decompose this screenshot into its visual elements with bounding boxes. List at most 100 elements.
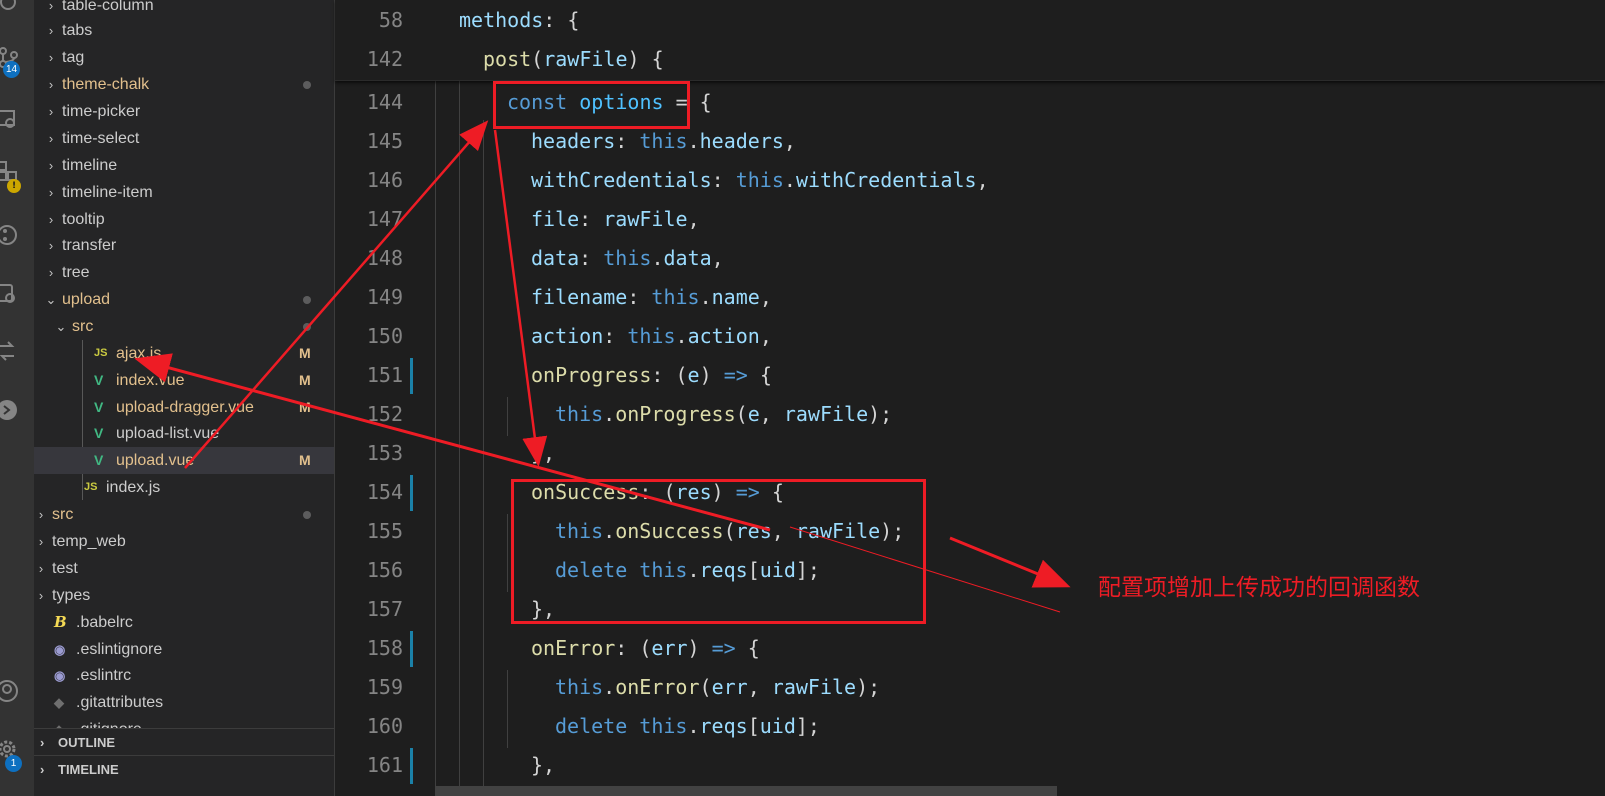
outline-section[interactable]: › OUTLINE <box>34 728 334 756</box>
tree-item-label: src <box>52 506 74 523</box>
tree-file[interactable]: JS index.js <box>34 474 334 501</box>
code-text: methods: { <box>459 8 580 32</box>
chevron-right-icon: › <box>48 104 54 119</box>
tree-folder[interactable]: › theme-chalk <box>34 71 334 98</box>
chevron-right-icon: › <box>48 50 54 65</box>
code-line[interactable]: 158 onError: (err) => { <box>335 629 1605 668</box>
tree-folder[interactable]: › timeline <box>34 152 334 179</box>
tree-item-label: time-select <box>62 130 140 147</box>
vue-file-icon: V <box>94 452 104 468</box>
tree-folder[interactable]: › tag <box>34 44 334 71</box>
tree-folder[interactable]: › time-picker <box>34 98 334 125</box>
tree-file[interactable]: JS ajax.js M <box>34 340 334 367</box>
code-text: this.onProgress(e, rawFile); <box>555 402 893 426</box>
account-icon[interactable] <box>0 680 18 702</box>
horizontal-scrollbar[interactable] <box>435 786 1057 796</box>
tree-file[interactable]: B .babelrc <box>34 609 334 636</box>
code-text: }, <box>531 753 556 777</box>
tree-item-label: index.vue <box>116 372 185 389</box>
tree-item-label: transfer <box>62 237 117 254</box>
javascript-file-icon: JS <box>84 481 98 493</box>
modified-dot-icon <box>303 511 311 519</box>
git-status-badge: M <box>299 345 311 361</box>
live-share-icon[interactable] <box>0 399 18 421</box>
tree-folder[interactable]: › temp_web <box>34 528 334 555</box>
timeline-section[interactable]: › TIMELINE <box>34 755 334 783</box>
search-icon[interactable] <box>0 0 22 16</box>
eslint-icon: ◉ <box>54 668 66 683</box>
code-text: withCredentials: this.withCredentials, <box>531 168 989 192</box>
chevron-right-icon: › <box>38 588 44 603</box>
tree-folder[interactable]: ⌄ src <box>34 313 334 340</box>
tree-item-label: tabs <box>62 22 93 39</box>
tree-file[interactable]: ◉ .eslintignore <box>34 636 334 663</box>
line-number: 145 <box>366 129 403 153</box>
tree-item-label: upload.vue <box>116 452 195 469</box>
line-number: 144 <box>366 90 403 114</box>
code-line[interactable]: 148 data: this.data, <box>335 239 1605 278</box>
chevron-right-icon: › <box>48 185 54 200</box>
code-line[interactable]: 150 action: this.action, <box>335 317 1605 356</box>
code-line[interactable]: 147 file: rawFile, <box>335 200 1605 239</box>
code-text: filename: this.name, <box>531 285 772 309</box>
tree-folder[interactable]: › time-select <box>34 125 334 152</box>
code-text: this.onError(err, rawFile); <box>555 675 881 699</box>
tree-file[interactable]: Vupload-list.vue <box>34 420 334 447</box>
line-number: 154 <box>366 480 403 504</box>
tree-item-label: .eslintignore <box>76 641 163 658</box>
tree-folder[interactable]: › tree <box>34 259 334 286</box>
compare-icon[interactable] <box>0 340 18 362</box>
chevron-right-icon: › <box>38 534 44 549</box>
options-highlight-box <box>493 81 690 129</box>
tree-file[interactable]: Vupload-dragger.vue M <box>34 394 334 421</box>
tree-item-label: time-picker <box>62 103 141 120</box>
code-line[interactable]: 160 delete this.reqs[uid]; <box>335 707 1605 746</box>
tree-folder[interactable]: › types <box>34 582 334 609</box>
tree-item-label: timeline <box>62 157 118 174</box>
code-line[interactable]: 161}, <box>335 746 1605 785</box>
code-line[interactable]: 142 post(rawFile) { <box>335 40 1605 79</box>
tree-folder[interactable]: › tooltip <box>34 206 334 233</box>
code-line[interactable]: 159 this.onError(err, rawFile); <box>335 668 1605 707</box>
tree-file[interactable]: ◉ .eslintrc <box>34 662 334 689</box>
chevron-right-icon: › <box>38 507 44 522</box>
sticky-scroll-header[interactable]: 58 methods: {142 post(rawFile) { <box>335 0 1605 81</box>
tree-folder[interactable]: › timeline-item <box>34 179 334 206</box>
tree-folder[interactable]: › transfer <box>34 232 334 259</box>
code-line[interactable]: 151 onProgress: (e) => { <box>335 356 1605 395</box>
tree-item-label: .eslintrc <box>76 667 132 684</box>
remote-explorer-icon[interactable] <box>0 283 18 305</box>
tree-file[interactable]: Vupload.vue M <box>34 447 334 474</box>
code-text: onProgress: (e) => { <box>531 363 772 387</box>
tree-item-label: theme-chalk <box>62 76 150 93</box>
tree-folder[interactable]: › tabs <box>34 17 334 44</box>
tree-item-label: upload-dragger.vue <box>116 399 254 416</box>
tree-file[interactable]: ◆ .gitattributes <box>34 689 334 716</box>
eslint-icon: ◉ <box>54 642 66 657</box>
tree-item-label: .gitattributes <box>76 694 164 711</box>
tree-folder[interactable]: › src <box>34 501 334 528</box>
git-graph-icon[interactable] <box>0 224 18 246</box>
code-line[interactable]: 152 this.onProgress(e, rawFile); <box>335 395 1605 434</box>
code-text: }, <box>531 441 556 465</box>
code-line[interactable]: 149 filename: this.name, <box>335 278 1605 317</box>
line-number: 148 <box>366 246 403 270</box>
git-status-badge: M <box>299 452 311 468</box>
chevron-down-icon: ⌄ <box>45 292 57 307</box>
tree-item-label: ajax.js <box>116 345 162 362</box>
line-number: 158 <box>366 636 403 660</box>
code-line[interactable]: 146 withCredentials: this.withCredentials… <box>335 161 1605 200</box>
tree-folder[interactable]: ⌄ upload <box>34 286 334 313</box>
run-debug-icon[interactable] <box>0 108 18 130</box>
tree-file[interactable]: Vindex.vue M <box>34 367 334 394</box>
line-number: 146 <box>366 168 403 192</box>
code-line[interactable]: 153}, <box>335 434 1605 473</box>
line-number: 147 <box>366 207 403 231</box>
chevron-right-icon: › <box>48 265 54 280</box>
code-text: data: this.data, <box>531 246 724 270</box>
tree-folder[interactable]: › test <box>34 555 334 582</box>
git-status-badge: M <box>299 399 311 415</box>
code-line[interactable]: 58 methods: { <box>335 1 1605 40</box>
tree-item-label: upload <box>62 291 111 308</box>
tree-item-label: types <box>52 587 91 604</box>
